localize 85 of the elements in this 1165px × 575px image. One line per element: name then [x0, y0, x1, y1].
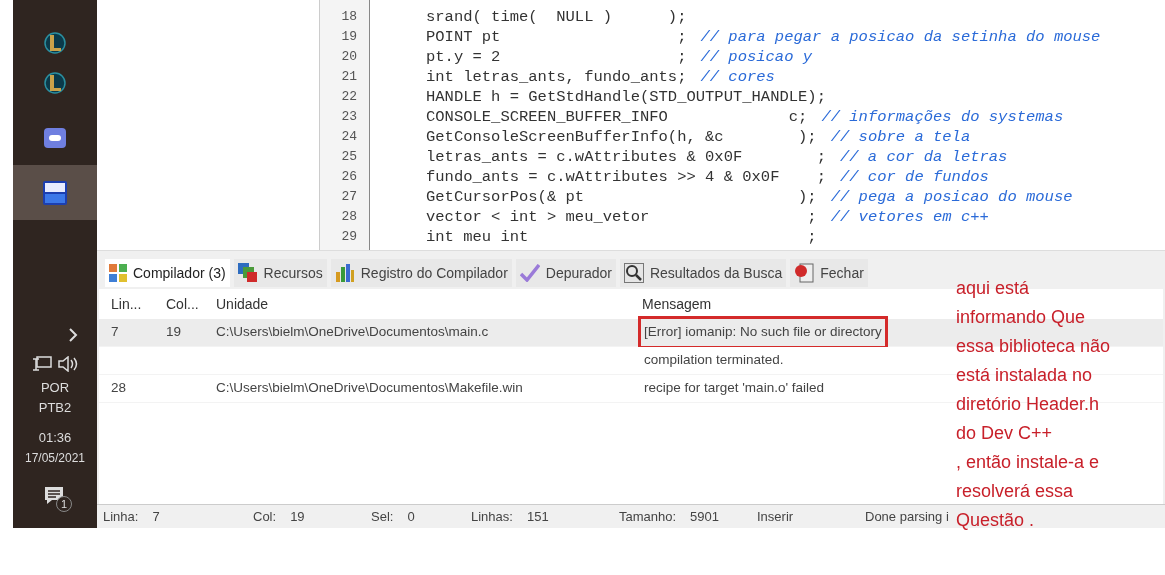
code-line: letras_ants = c.wAttributes & 0x0F ;: [426, 147, 826, 167]
status-label: Linha:: [103, 507, 139, 526]
line-number: 28: [341, 208, 357, 226]
ide-app-icon[interactable]: [43, 180, 67, 205]
code-line: int letras_ants, fundo_ants;: [426, 67, 687, 87]
grid-icon: [109, 264, 127, 282]
line-number: 29: [341, 228, 357, 246]
line-number: 21: [341, 68, 357, 86]
panel-tab[interactable]: Depurador: [515, 259, 616, 287]
line-number: 24: [341, 128, 357, 146]
status-value: 7: [152, 507, 160, 526]
code-comment: // a cor da letras: [839, 147, 1008, 167]
status-label: Linhas:: [471, 507, 513, 526]
language-label[interactable]: POR: [40, 378, 70, 398]
code-line: int meu int ;: [426, 227, 817, 247]
chevron-icon[interactable]: [68, 328, 78, 342]
search-icon: [623, 263, 644, 283]
column-header[interactable]: Lin...: [99, 293, 154, 315]
code-comment: // cores: [700, 67, 775, 87]
annotation-text: resolverá essa: [956, 480, 1075, 503]
column-header[interactable]: Col...: [154, 293, 204, 315]
status-value: 5901: [690, 507, 719, 526]
notification-count: 1: [56, 496, 72, 512]
code-comment: // posicao y: [700, 47, 813, 67]
panel-tab[interactable]: Recursos: [233, 259, 327, 287]
chat-app-icon[interactable]: [44, 127, 66, 148]
table-cell-text: 7: [110, 323, 120, 342]
table-cell-text: compilation terminated.: [643, 351, 785, 370]
app-icon[interactable]: [44, 70, 66, 95]
panel-tab[interactable]: Registro do Compilador: [330, 259, 512, 287]
line-number: 25: [341, 148, 357, 166]
status-value: Inserir: [757, 507, 794, 526]
code-line: srand( time( NULL ) );: [426, 7, 687, 27]
code-line: GetCursorPos(& pt );: [426, 187, 817, 207]
code-line: pt.y = 2 ;: [426, 47, 687, 67]
line-number: 18: [341, 8, 357, 26]
panel-tab[interactable]: Compilador (3): [105, 259, 230, 287]
column-header[interactable]: Unidade: [204, 293, 630, 315]
code-comment: // pega a posicao do mouse: [830, 187, 1073, 207]
panel-tab[interactable]: Fechar: [790, 259, 868, 287]
annotation-text: , então instale-a e: [956, 451, 1101, 474]
status-label: Col:: [253, 507, 277, 526]
status-value: 19: [290, 507, 305, 526]
annotation-text: Questão .: [956, 509, 1036, 532]
line-number: 26: [341, 168, 357, 186]
code-line: HANDLE h = GetStdHandle(STD_OUTPUT_HANDLE);: [426, 87, 826, 107]
status-label: Sel:: [371, 507, 394, 526]
code-line: fundo_ants = c.wAttributes >> 4 & 0x0F ;: [426, 167, 826, 187]
volume-icon[interactable]: [58, 356, 78, 372]
status-value: 0: [407, 507, 415, 526]
table-cell-text: 19: [165, 323, 183, 342]
code-comment: // informações do systemas: [821, 107, 1064, 127]
app-icon[interactable]: [44, 31, 66, 55]
clock-time[interactable]: 01:36: [38, 428, 72, 448]
line-number: 19: [341, 28, 357, 46]
annotation-text: aqui está: [956, 277, 1031, 300]
status-value: 151: [526, 507, 549, 526]
line-number: 23: [341, 108, 357, 126]
table-cell-text: recipe for target 'main.o' failed: [643, 379, 825, 398]
resources-icon: [237, 263, 258, 283]
code-comment: // sobre a tela: [830, 127, 971, 147]
code-line: GetConsoleScreenBufferInfo(h, &c );: [426, 127, 817, 147]
status-label: Tamanho:: [619, 507, 677, 526]
status-value: Done parsing i: [865, 507, 949, 526]
table-cell-text: C:\Users\bielm\OneDrive\Documentos\Makefile.win: [215, 379, 524, 398]
code-line: CONSOLE_SCREEN_BUFFER_INFO c;: [426, 107, 808, 127]
code-comment: // para pegar a posicao da setinha do mouse: [700, 27, 1101, 47]
code-line: POINT pt ;: [426, 27, 687, 47]
keyboard-layout-label[interactable]: PTB2: [38, 398, 72, 418]
table-cell-text: 28: [110, 379, 128, 398]
line-number: 20: [341, 48, 357, 66]
line-number: 22: [341, 88, 357, 106]
bar-chart-icon: [334, 264, 355, 282]
panel-tab[interactable]: Resultados da Busca: [619, 259, 787, 287]
line-number: 27: [341, 188, 357, 206]
code-comment: // cor de fundos: [839, 167, 989, 187]
network-icon[interactable]: [32, 356, 52, 372]
checkmark-icon: [519, 264, 540, 282]
taskbar-item[interactable]: [13, 165, 97, 220]
annotation-text: do Dev C++: [956, 422, 1054, 445]
code-comment: // vetores em c++: [830, 207, 989, 227]
table-cell-text: C:\Users\bielm\OneDrive\Documentos\main.c: [215, 323, 490, 342]
close-icon: [794, 263, 815, 283]
code-line: vector < int > meu_vetor ;: [426, 207, 817, 227]
clock-date[interactable]: 17/05/2021: [24, 448, 86, 468]
